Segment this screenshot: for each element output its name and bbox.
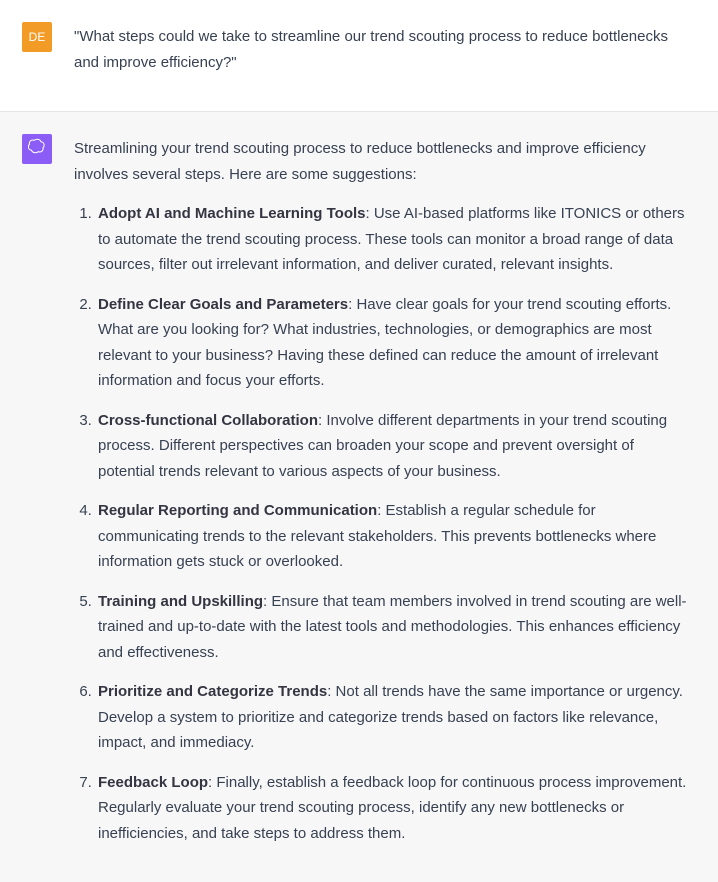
item-title: Define Clear Goals and Parameters: [98, 296, 348, 313]
list-item: Define Clear Goals and Parameters: Have …: [96, 292, 694, 394]
item-title: Feedback Loop: [98, 774, 208, 791]
list-item: Training and Upskilling: Ensure that tea…: [96, 589, 694, 666]
list-item: Prioritize and Categorize Trends: Not al…: [96, 679, 694, 756]
user-message: DE "What steps could we take to streamli…: [0, 0, 718, 112]
item-title: Regular Reporting and Communication: [98, 502, 377, 519]
assistant-intro: Streamlining your trend scouting process…: [74, 136, 694, 187]
user-message-text: "What steps could we take to streamline …: [74, 24, 694, 75]
list-item: Regular Reporting and Communication: Est…: [96, 498, 694, 575]
item-title: Cross-functional Collaboration: [98, 412, 318, 429]
item-title: Adopt AI and Machine Learning Tools: [98, 205, 366, 222]
user-avatar: DE: [22, 22, 52, 52]
list-item: Feedback Loop: Finally, establish a feed…: [96, 770, 694, 847]
list-item: Cross-functional Collaboration: Involve …: [96, 408, 694, 485]
suggestion-list: Adopt AI and Machine Learning Tools: Use…: [74, 201, 694, 846]
user-avatar-initials: DE: [29, 27, 46, 47]
list-item: Adopt AI and Machine Learning Tools: Use…: [96, 201, 694, 278]
assistant-message-content: Streamlining your trend scouting process…: [74, 134, 694, 860]
assistant-message: Streamlining your trend scouting process…: [0, 112, 718, 882]
user-message-content: "What steps could we take to streamline …: [74, 22, 694, 89]
openai-icon: [28, 137, 46, 161]
assistant-avatar: [22, 134, 52, 164]
item-title: Training and Upskilling: [98, 593, 263, 610]
item-title: Prioritize and Categorize Trends: [98, 683, 327, 700]
